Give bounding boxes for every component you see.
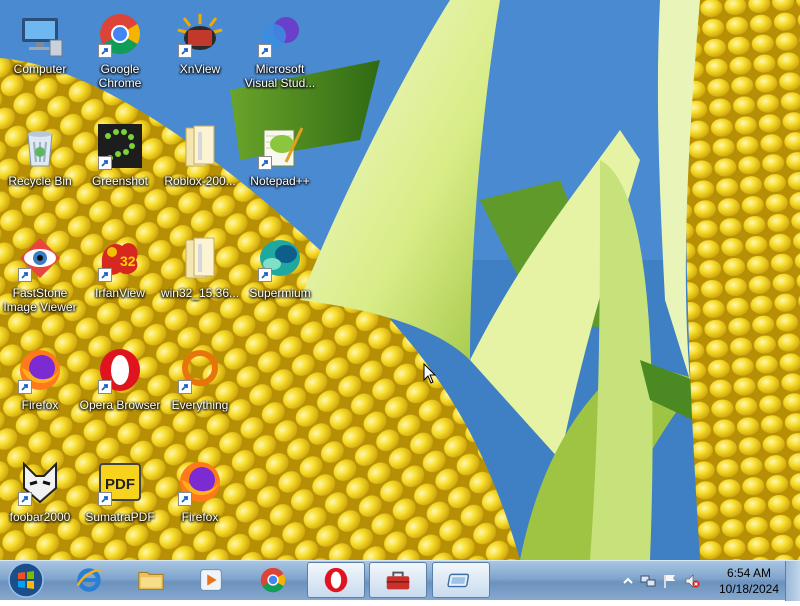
shortcut-arrow-icon [18,268,32,282]
notepad-plus-plus-icon [256,122,304,170]
foobar2000-icon [16,458,64,506]
chrome-icon [96,10,144,58]
faststone-eye-icon [16,234,64,282]
taskbar-display-settings[interactable] [432,562,490,598]
show-hidden-icons-chevron-icon[interactable] [620,573,636,589]
mouse-pointer-icon [423,363,437,384]
desktop-icon-label: Computer [13,62,67,76]
desktop-icon-irfanview[interactable]: 32 IrfanView [80,228,160,332]
desktop-icon-firefox-1[interactable]: Firefox [0,340,80,444]
sumatrapdf-icon: PDF [96,458,144,506]
volume-muted-icon[interactable] [684,573,700,589]
desktop-icon-supermium[interactable]: Supermium [240,228,320,332]
internet-explorer-icon [76,568,102,592]
folder-icon [176,234,224,282]
desktop-icon-faststone[interactable]: FastStone Image Viewer [0,228,80,332]
folder-icon [176,122,224,170]
shortcut-arrow-icon [18,492,32,506]
folder-icon [138,572,164,590]
taskbar-opera[interactable] [307,562,365,598]
desktop-icon-label: Microsoft Visual Stud... [244,62,316,90]
clock-date[interactable]: 10/18/2024 [714,582,784,596]
show-desktop-button[interactable] [785,561,800,601]
desktop-icon-computer[interactable]: Computer [0,4,80,108]
desktop-icon-foobar2000[interactable]: foobar2000 [0,452,80,556]
desktop-icon-opera[interactable]: Opera Browser [80,340,160,444]
desktop-icon-xnview[interactable]: XnView [160,4,240,108]
desktop-icon-label: win32_15.36... [160,286,240,300]
desktop-icon-sumatrapdf[interactable]: PDF SumatraPDF [80,452,160,556]
desktop-icon-label: Everything [171,398,229,412]
media-player-icon [200,569,222,591]
shortcut-arrow-icon [258,268,272,282]
desktop-icon-label: Recycle Bin [8,174,72,188]
xnview-icon [176,10,224,58]
greenshot-icon [96,122,144,170]
firefox-icon [176,458,224,506]
desktop-icon-roblox-folder[interactable]: Roblox-200... [160,116,240,220]
desktop-icon-label: Firefox [21,398,59,412]
desktop-icon-greenshot[interactable]: Greenshot [80,116,160,220]
shortcut-arrow-icon [98,380,112,394]
shortcut-arrow-icon [178,44,192,58]
computer-icon [16,10,64,58]
desktop-icon-label: foobar2000 [9,510,71,524]
shortcut-arrow-icon [178,492,192,506]
desktop-icon-label: Notepad++ [250,174,310,188]
shortcut-arrow-icon [258,156,272,170]
desktop-icon-label: FastStone Image Viewer [3,286,77,314]
desktop-icon-label: Opera Browser [79,398,161,412]
desktop-icon-label: Roblox-200... [164,174,236,188]
system-tray: 6:54 AM 10/18/2024 [610,561,800,601]
desktop-icon-google-chrome[interactable]: Google Chrome [80,4,160,108]
desktop-icon-label: XnView [179,62,221,76]
irfanview-icon: 32 [96,234,144,282]
desktop-icon-label: Supermium [249,286,311,300]
taskbar-toolbox[interactable] [369,562,427,598]
svg-text:PDF: PDF [105,476,135,493]
taskbar-chrome[interactable] [244,562,302,598]
shortcut-arrow-icon [178,380,192,394]
shortcut-arrow-icon [258,44,272,58]
toolbox-icon [386,571,410,590]
taskbar: 6:54 AM 10/18/2024 [0,560,800,601]
desktop-icon-label: SumatraPDF [85,510,155,524]
shortcut-arrow-icon [98,492,112,506]
shortcut-arrow-icon [98,44,112,58]
desktop-icon-everything[interactable]: Everything [160,340,240,444]
opera-icon [324,567,348,593]
desktop-icon-win32-folder[interactable]: win32_15.36... [160,228,240,332]
desktop-icon-label: Greenshot [91,174,149,188]
firefox-icon [16,346,64,394]
chrome-icon [260,567,286,593]
shortcut-arrow-icon [98,268,112,282]
desktop-icon-label: Google Chrome [98,62,142,90]
taskbar-internet-explorer[interactable] [60,562,118,598]
windows-logo-icon [8,562,44,598]
desktop-icon-firefox-2[interactable]: Firefox [160,452,240,556]
recycle-bin-icon [16,122,64,170]
display-settings-icon [447,573,470,588]
shortcut-arrow-icon [18,380,32,394]
everything-search-icon [176,346,224,394]
visual-studio-icon [256,10,304,58]
desktop-icon-label: Firefox [181,510,219,524]
opera-icon [96,346,144,394]
taskbar-media-player[interactable] [182,562,240,598]
action-center-flag-icon[interactable] [662,573,678,589]
supermium-icon [256,234,304,282]
network-icon[interactable] [640,573,656,589]
taskbar-file-explorer[interactable] [122,562,180,598]
desktop-icon-notepadpp[interactable]: Notepad++ [240,116,320,220]
clock-time[interactable]: 6:54 AM [714,566,784,580]
start-button[interactable] [6,561,46,601]
desktop-icon-label: IrfanView [95,286,145,300]
desktop-icon-recycle-bin[interactable]: Recycle Bin [0,116,80,220]
svg-text:32: 32 [120,253,136,269]
desktop-icon-visual-studio[interactable]: Microsoft Visual Stud... [240,4,320,108]
shortcut-arrow-icon [98,156,112,170]
